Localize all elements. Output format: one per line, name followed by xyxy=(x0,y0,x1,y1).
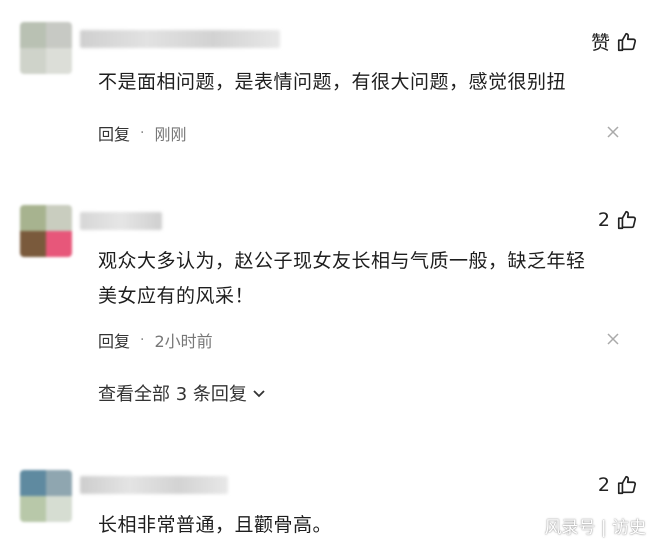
like-label: 赞 xyxy=(590,32,610,54)
thumbs-up-icon xyxy=(617,475,637,495)
view-all-replies-button[interactable]: 查看全部 3 条回复 xyxy=(98,380,267,406)
close-icon[interactable] xyxy=(606,331,620,345)
avatar[interactable] xyxy=(20,470,72,522)
avatar[interactable] xyxy=(20,22,72,74)
chevron-down-icon xyxy=(253,390,265,398)
watermark: 风录号 | 访史 xyxy=(544,518,646,538)
like-button[interactable]: 2 xyxy=(598,209,638,231)
avatar[interactable] xyxy=(20,205,72,257)
separator-dot: · xyxy=(140,125,145,141)
thumbs-up-icon xyxy=(617,210,637,230)
username-blurred[interactable] xyxy=(80,30,280,48)
comment-text: 不是面相问题，是表情问题，有很大问题，感觉很别扭 xyxy=(98,71,567,93)
comment-text: 观众大多认为，赵公子现女友长相与气质一般，缺乏年轻 美女应有的风采！ xyxy=(98,244,630,314)
separator-dot: · xyxy=(140,332,145,348)
comment-time: 刚刚 xyxy=(154,125,187,144)
like-button[interactable]: 2 xyxy=(598,474,638,496)
comment-text-line: 观众大多认为，赵公子现女友长相与气质一般，缺乏年轻 xyxy=(98,250,586,272)
like-count: 2 xyxy=(597,474,610,496)
view-replies-label: 查看全部 3 条回复 xyxy=(98,384,247,405)
comment-meta: 回复 · 2小时前 xyxy=(98,328,213,352)
username-blurred[interactable] xyxy=(80,212,162,230)
close-icon[interactable] xyxy=(606,124,620,138)
comment-meta: 回复 · 刚刚 xyxy=(98,121,186,145)
username-blurred[interactable] xyxy=(80,476,228,494)
comment-text-line: 美女应有的风采！ xyxy=(98,285,255,307)
like-count: 2 xyxy=(597,209,610,231)
thumbs-up-icon xyxy=(617,32,637,51)
like-button[interactable]: 赞 xyxy=(591,28,638,55)
comment-time: 2小时前 xyxy=(154,332,213,351)
reply-button[interactable]: 回复 xyxy=(98,121,130,145)
reply-button[interactable]: 回复 xyxy=(98,328,130,352)
